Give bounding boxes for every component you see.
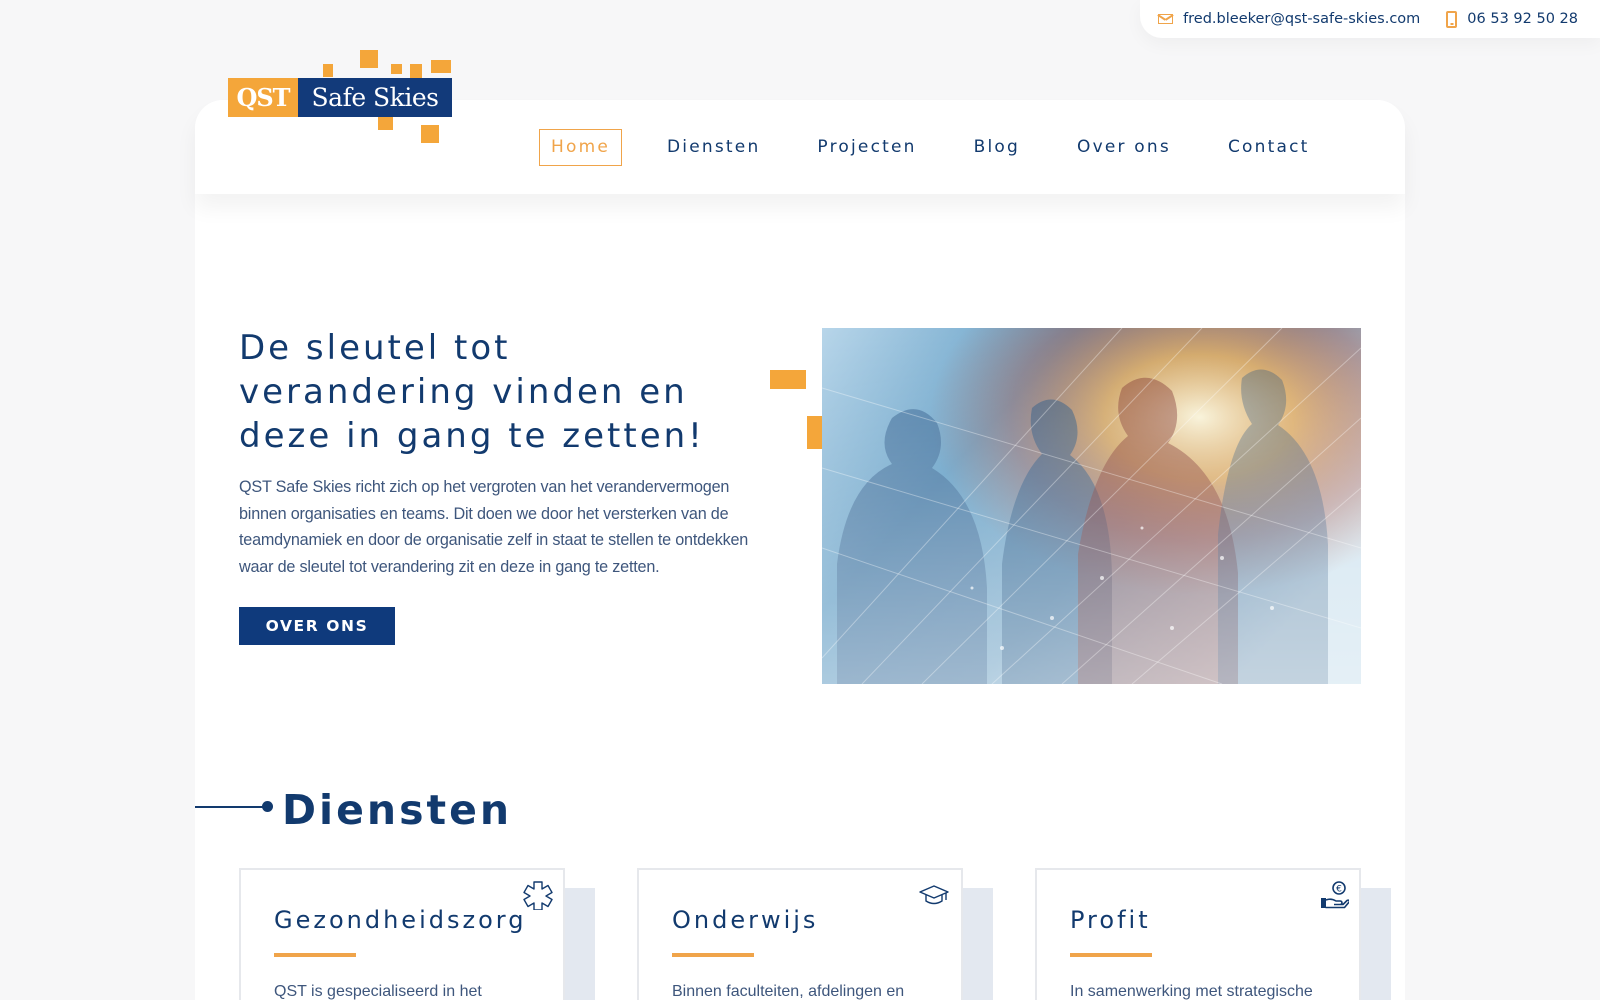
svg-text:€: € — [1336, 885, 1342, 895]
logo-qst-text: QST — [228, 78, 298, 117]
card-text: In samenwerking met strategische — [1070, 983, 1313, 1000]
contact-topbar: fred.bleeker@qst-safe-skies.com 06 53 92… — [1140, 0, 1600, 38]
card-accent-bar — [672, 953, 754, 957]
nav-projecten[interactable]: Projecten — [805, 129, 928, 166]
service-card-profit[interactable]: € Profit In samenwerking met strategisch… — [1035, 868, 1361, 1000]
over-ons-button[interactable]: OVER ONS — [239, 607, 395, 645]
card-title: Gezondheidszorg — [274, 906, 527, 934]
phone-contact[interactable]: 06 53 92 50 28 — [1446, 10, 1578, 28]
nav-contact[interactable]: Contact — [1216, 129, 1322, 166]
card-title: Profit — [1070, 906, 1151, 934]
decorative-square — [770, 370, 806, 389]
phone-icon — [1446, 10, 1458, 28]
medical-cross-icon — [523, 881, 553, 910]
nav-over-ons[interactable]: Over ons — [1065, 129, 1183, 166]
card-shadow — [565, 888, 595, 1000]
nav-blog[interactable]: Blog — [962, 129, 1032, 166]
main-nav: Home Diensten Projecten Blog Over ons Co… — [539, 129, 1322, 166]
nav-home[interactable]: Home — [539, 129, 623, 166]
qst-safe-skies-logo[interactable]: QST Safe Skies — [228, 50, 454, 145]
hero-description: QST Safe Skies richt zich op het vergrot… — [239, 478, 749, 576]
service-card-gezondheidszorg[interactable]: Gezondheidszorg QST is gespecialiseerd i… — [239, 868, 565, 1000]
hero-title: De sleutel tot verandering vinden en dez… — [239, 328, 705, 456]
diensten-title: Diensten — [282, 786, 513, 834]
card-shadow — [1361, 888, 1391, 1000]
hand-euro-icon: € — [1321, 881, 1349, 909]
card-text: Binnen faculteiten, afdelingen en — [672, 983, 905, 1000]
card-text: QST is gespecialiseerd in het — [274, 983, 482, 1000]
graduation-cap-icon — [919, 885, 949, 905]
mail-icon — [1158, 14, 1174, 24]
section-dot — [262, 801, 273, 812]
email-contact[interactable]: fred.bleeker@qst-safe-skies.com — [1158, 11, 1420, 27]
card-shadow — [963, 888, 993, 1000]
card-accent-bar — [274, 953, 356, 957]
service-card-onderwijs[interactable]: Onderwijs Binnen faculteiten, afdelingen… — [637, 868, 963, 1000]
business-handshake-image — [822, 328, 1361, 684]
section-line — [195, 806, 265, 808]
card-accent-bar — [1070, 953, 1152, 957]
email-address[interactable]: fred.bleeker@qst-safe-skies.com — [1183, 11, 1420, 27]
nav-diensten[interactable]: Diensten — [655, 129, 772, 166]
phone-number[interactable]: 06 53 92 50 28 — [1467, 11, 1578, 27]
logo-safe-skies-text: Safe Skies — [298, 78, 452, 117]
